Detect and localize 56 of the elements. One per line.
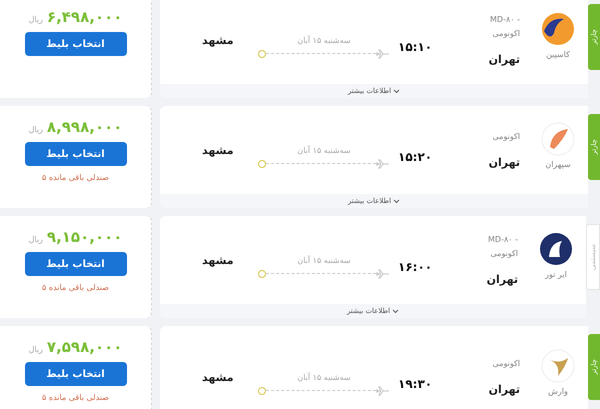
price: ۷,۵۹۸,۰۰۰	[46, 338, 122, 356]
select-ticket-button[interactable]: انتخاب بلیط	[24, 32, 126, 56]
origin-city: تهران	[488, 382, 520, 396]
seats-remaining: ۵ صندلی باقی مانده	[42, 393, 109, 402]
aircraft-type: MD-۸۰ -	[490, 14, 520, 24]
destination-city: مشهد	[202, 34, 235, 46]
airline-logo-icon	[540, 11, 576, 47]
airline-name: سپهران	[545, 160, 571, 169]
currency-label: ریال	[28, 235, 43, 244]
destination-city: مشهد	[202, 370, 235, 384]
destination-dot-icon	[258, 50, 266, 58]
chevron-down-icon	[393, 88, 400, 94]
price: ۸,۹۹۸,۰۰۰	[46, 118, 122, 136]
chevron-down-icon	[392, 308, 400, 314]
airplane-icon	[376, 46, 390, 60]
flight-date: سه‌شنبه ۱۵ آبان	[297, 372, 351, 382]
cabin-class: اکونومی	[492, 28, 520, 38]
destination-city: مشهد	[202, 144, 235, 156]
destination-dot-icon	[258, 386, 266, 394]
departure-time: ۱۵:۲۰	[398, 150, 434, 164]
currency-label: ریال	[28, 125, 43, 134]
flight-date: سه‌شنبه ۱۵ آبان	[297, 146, 351, 154]
destination-city: مشهد	[202, 254, 235, 266]
airline-logo-icon	[538, 231, 574, 267]
airline-name: وارش	[548, 387, 568, 396]
departure-time: ۱۹:۳۰	[398, 377, 434, 391]
price: ۶,۴۹۸,۰۰۰	[46, 8, 122, 26]
airline-logo-icon	[540, 348, 576, 384]
price: ۹,۱۵۰,۰۰۰	[46, 228, 122, 246]
select-ticket-button[interactable]: انتخاب بلیط	[24, 252, 126, 276]
flight-date: سه‌شنبه ۱۵ آبان	[297, 36, 351, 44]
origin-city: تهران	[488, 52, 520, 66]
origin-city: تهران	[488, 156, 520, 168]
airline-name: ایر تور	[545, 270, 567, 279]
cabin-class: اکونومی	[490, 248, 518, 258]
seats-remaining: ۵ صندلی باقی مانده	[42, 283, 109, 292]
select-ticket-button[interactable]: انتخاب بلیط	[24, 362, 126, 386]
destination-dot-icon	[258, 160, 266, 168]
airplane-icon	[376, 266, 390, 280]
flight-date: سه‌شنبه ۱۵ آبان	[297, 256, 351, 264]
cabin-class: اکونومی	[492, 132, 520, 140]
airline-logo-icon	[540, 121, 576, 157]
aircraft-type: MD-۸۰ -	[488, 234, 518, 244]
departure-time: ۱۵:۱۰	[398, 40, 434, 54]
origin-city: تهران	[486, 272, 518, 286]
chevron-down-icon	[393, 198, 400, 204]
seats-remaining: ۵ صندلی باقی مانده	[42, 173, 109, 182]
destination-dot-icon	[258, 270, 266, 278]
cabin-class: اکونومی	[492, 358, 520, 368]
airplane-icon	[376, 156, 390, 170]
departure-time: ۱۶:۰۰	[398, 260, 434, 274]
select-ticket-button[interactable]: انتخاب بلیط	[24, 142, 126, 166]
airline-name: کاسپین	[546, 50, 570, 59]
currency-label: ریال	[28, 345, 43, 354]
currency-label: ریال	[28, 15, 43, 24]
airplane-icon	[376, 384, 390, 398]
